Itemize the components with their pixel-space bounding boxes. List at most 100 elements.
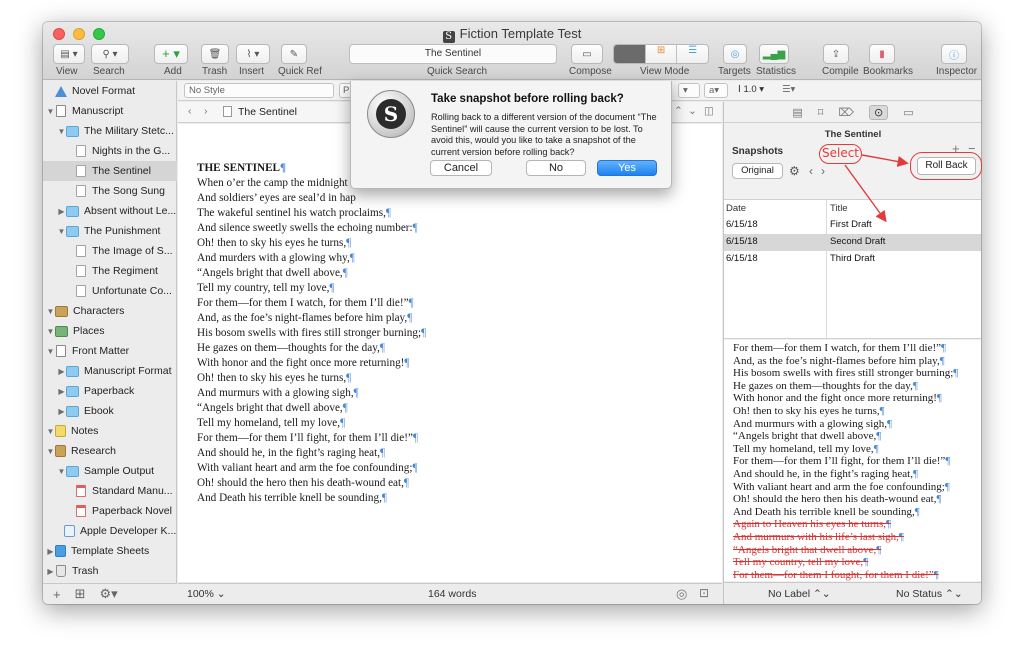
- roll-back-button[interactable]: Roll Back: [917, 157, 976, 175]
- paragraph-style-select[interactable]: No Style: [184, 83, 334, 98]
- binder-item-the-sentinel[interactable]: The Sentinel: [43, 161, 177, 181]
- window-title: S Fiction Template Test: [43, 26, 981, 43]
- disclosure-right-icon[interactable]: ▶: [57, 407, 66, 416]
- disclosure-down-icon[interactable]: ▼: [46, 107, 55, 116]
- table-row[interactable]: 6/15/18 Second Draft: [724, 234, 981, 251]
- document-notes-icon[interactable]: ⊡: [699, 586, 709, 600]
- binder-item-manuscript[interactable]: ▼ Manuscript: [43, 101, 177, 121]
- disclosure-right-icon[interactable]: ▶: [57, 207, 66, 216]
- statistics-button[interactable]: ▂▄▆: [759, 44, 789, 64]
- snapshot-text-view[interactable]: For them—for them I watch, for them I’ll…: [724, 340, 981, 581]
- add-button[interactable]: + ▾: [154, 44, 188, 64]
- search-button[interactable]: ⚲ ▾: [91, 44, 129, 64]
- disclosure-right-icon[interactable]: ▶: [46, 567, 55, 576]
- trash-button[interactable]: 🗑: [201, 44, 229, 64]
- tab-notes[interactable]: ▤: [792, 106, 802, 119]
- binder-item-nights[interactable]: Nights in the G...: [43, 141, 177, 161]
- compose-button[interactable]: ▭: [571, 44, 603, 64]
- binder-item-image-of[interactable]: The Image of S...: [43, 241, 177, 261]
- binder-item-standard-manu[interactable]: Standard Manu...: [43, 481, 177, 501]
- forward-button[interactable]: ›: [204, 105, 208, 117]
- binder-item-novel-format[interactable]: Novel Format: [43, 81, 177, 101]
- insert-button[interactable]: ⌇ ▾: [236, 44, 270, 64]
- disclosure-down-icon[interactable]: ▼: [46, 307, 55, 316]
- targets-button[interactable]: ◎: [723, 44, 747, 64]
- disclosure-down-icon[interactable]: ▼: [46, 427, 55, 436]
- status-select[interactable]: No Status ⌃⌄: [896, 588, 963, 600]
- binder-item-front-matter[interactable]: ▼ Front Matter: [43, 341, 177, 361]
- tab-snapshots[interactable]: ⊙: [869, 104, 889, 120]
- document-icon: [76, 165, 86, 177]
- back-button[interactable]: ‹: [188, 105, 192, 117]
- compare-next-button[interactable]: ›: [821, 164, 825, 178]
- text-color-select[interactable]: ▾: [678, 83, 700, 98]
- tab-comments[interactable]: ▭: [903, 106, 913, 119]
- view-button[interactable]: ▤ ▾: [53, 44, 85, 64]
- bookmarks-button[interactable]: ▮: [869, 44, 895, 64]
- highlight-select[interactable]: a▾: [704, 83, 728, 98]
- disclosure-right-icon[interactable]: ▶: [57, 367, 66, 376]
- binder-item-unfortunate[interactable]: Unfortunate Co...: [43, 281, 177, 301]
- col-header-date[interactable]: Date: [726, 200, 746, 217]
- cancel-button[interactable]: Cancel: [430, 160, 492, 176]
- corkboard-mode-button[interactable]: ⊞: [644, 45, 677, 63]
- warning-icon: [55, 85, 67, 97]
- list-select[interactable]: ☰▾: [778, 83, 806, 98]
- quick-ref-button[interactable]: ✎: [281, 44, 307, 64]
- prev-doc-button[interactable]: ⌃: [674, 105, 683, 117]
- binder-item-song-sung[interactable]: The Song Sung: [43, 181, 177, 201]
- tab-metadata[interactable]: ⌦: [838, 106, 854, 119]
- no-button[interactable]: No: [526, 160, 586, 176]
- binder-item-ebook[interactable]: ▶ Ebook: [43, 401, 177, 421]
- line-spacing-select[interactable]: Ⅰ 1.0 ▾: [734, 83, 774, 98]
- disclosure-down-icon[interactable]: ▼: [46, 447, 55, 456]
- binder-item-manuscript-format[interactable]: ▶ Manuscript Format: [43, 361, 177, 381]
- disclosure-down-icon[interactable]: ▼: [46, 347, 55, 356]
- binder-item-military-stetc[interactable]: ▼ The Military Stetc...: [43, 121, 177, 141]
- editor-text-area[interactable]: THE SENTINEL¶ When o’er the camp the mid…: [178, 124, 722, 582]
- yes-button[interactable]: Yes: [597, 160, 657, 176]
- binder-item-regiment[interactable]: The Regiment: [43, 261, 177, 281]
- binder-actions-button[interactable]: ⚙▾: [100, 586, 118, 602]
- disclosure-down-icon[interactable]: ▼: [57, 467, 66, 476]
- scrivenings-mode-button[interactable]: [614, 45, 645, 63]
- next-doc-button[interactable]: ⌄: [688, 105, 697, 117]
- add-item-button[interactable]: +: [53, 587, 61, 602]
- binder-item-research[interactable]: ▼ Research: [43, 441, 177, 461]
- tab-bookmarks[interactable]: ⌑: [818, 106, 824, 119]
- snapshot-gear-button[interactable]: ⚙: [789, 164, 800, 178]
- editor-line: Oh! then to sky his eyes he turns,¶: [197, 372, 352, 384]
- editor-line: With valiant heart and arm the foe confo…: [197, 462, 418, 474]
- binder-item-absent[interactable]: ▶ Absent without Le...: [43, 201, 177, 221]
- disclosure-down-icon[interactable]: ▼: [57, 227, 66, 236]
- binder-item-trash[interactable]: ▶ Trash: [43, 561, 177, 581]
- table-row[interactable]: 6/15/18 First Draft: [724, 217, 981, 234]
- binder-item-apple-developer[interactable]: Apple Developer K...: [43, 521, 177, 541]
- quick-search-input[interactable]: The Sentinel: [349, 44, 557, 64]
- binder-item-punishment[interactable]: ▼ The Punishment: [43, 221, 177, 241]
- compile-button[interactable]: ⇪: [823, 44, 849, 64]
- split-editor-button[interactable]: ◫: [704, 105, 714, 117]
- original-button[interactable]: Original: [732, 163, 783, 179]
- binder-item-places[interactable]: ▼ Places: [43, 321, 177, 341]
- binder-item-paperback[interactable]: ▶ Paperback: [43, 381, 177, 401]
- label-select[interactable]: No Label ⌃⌄: [768, 588, 831, 600]
- binder-item-sample-output[interactable]: ▼ Sample Output: [43, 461, 177, 481]
- binder-item-characters[interactable]: ▼ Characters: [43, 301, 177, 321]
- compile-icon: ⇪: [831, 48, 841, 60]
- compare-prev-button[interactable]: ‹: [809, 164, 813, 178]
- table-row[interactable]: 6/15/18 Third Draft: [724, 251, 981, 268]
- col-header-title[interactable]: Title: [830, 200, 848, 217]
- binder-item-template-sheets[interactable]: ▶ Template Sheets: [43, 541, 177, 561]
- binder-item-notes[interactable]: ▼ Notes: [43, 421, 177, 441]
- binder-item-paperback-novel[interactable]: Paperback Novel: [43, 501, 177, 521]
- disclosure-down-icon[interactable]: ▼: [46, 327, 55, 336]
- disclosure-down-icon[interactable]: ▼: [57, 127, 66, 136]
- add-folder-button[interactable]: ⊞: [75, 586, 86, 602]
- zoom-select[interactable]: 100% ⌄: [187, 588, 226, 600]
- outliner-mode-button[interactable]: ☰: [676, 45, 708, 63]
- disclosure-right-icon[interactable]: ▶: [57, 387, 66, 396]
- inspector-button[interactable]: ⓘ: [941, 44, 967, 64]
- disclosure-right-icon[interactable]: ▶: [46, 547, 55, 556]
- target-icon[interactable]: ◎: [676, 586, 687, 602]
